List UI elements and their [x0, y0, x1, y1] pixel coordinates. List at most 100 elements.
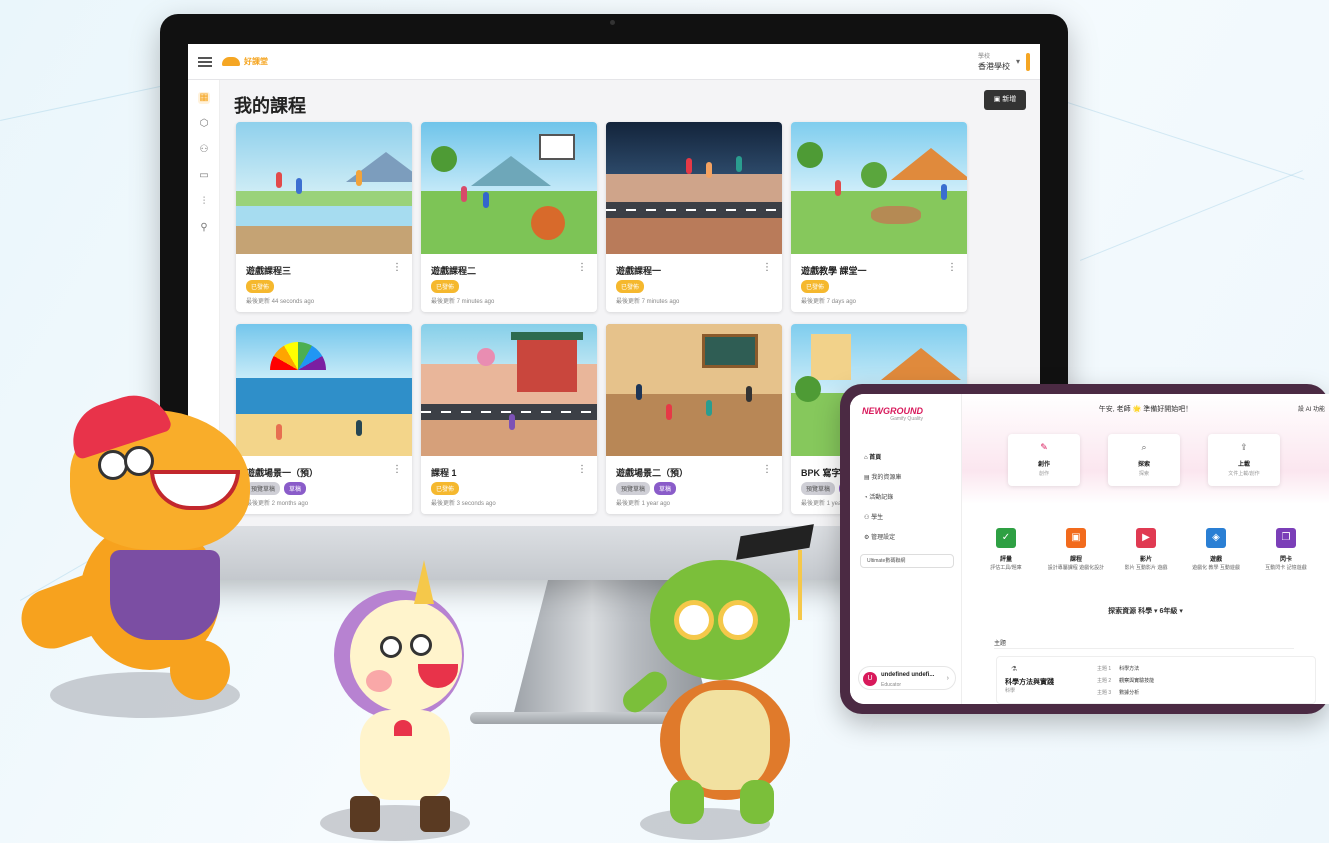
- brand-name: 好課堂: [244, 57, 268, 66]
- course-updated: 最後更新 7 minutes ago: [431, 299, 495, 305]
- course-thumbnail: [421, 324, 597, 456]
- course-updated: 最後更新 7 minutes ago: [616, 299, 680, 305]
- course-card[interactable]: 遊戲場景二（預） ⋮ 預覽草稿 草稿 最後更新 1 year ago: [606, 324, 782, 514]
- upload-icon: ⇪: [1240, 442, 1248, 452]
- quick-action-sub: 文件上載/創作: [1228, 471, 1260, 477]
- feature-label: 課程: [1069, 557, 1082, 563]
- quick-action-upload[interactable]: ⇪ 上載 文件上載/創作: [1208, 434, 1280, 486]
- course-card[interactable]: 遊戲課程三 ⋮ 已發佈 最後更新 44 seconds ago: [236, 122, 412, 312]
- topic-no: 主題 1: [1097, 666, 1112, 672]
- grid-icon[interactable]: ▦: [198, 92, 210, 104]
- chevron-down-icon[interactable]: ▾: [1016, 57, 1020, 66]
- nav-item-students[interactable]: ⚇ 學生: [864, 512, 883, 521]
- status-badge: 預覽草稿: [801, 482, 836, 495]
- nav-item-activity[interactable]: ◔ 活動記錄: [864, 492, 893, 501]
- organization-selector[interactable]: Ultimate數碼聯網: [860, 554, 954, 568]
- nav-item-library[interactable]: ▤ 我的資源庫: [864, 472, 901, 481]
- profile-accent[interactable]: [1026, 52, 1030, 71]
- person-icon[interactable]: ⚲: [198, 222, 210, 234]
- nav-item-settings[interactable]: ⚙ 管理設定: [864, 532, 895, 541]
- user-name: undefined undefi...: [881, 672, 935, 678]
- quick-action-label: 創作: [1037, 462, 1050, 468]
- course-title: 遊戲課程二: [431, 266, 477, 276]
- topic-line[interactable]: 主題 3 數據分析: [1097, 689, 1139, 696]
- search-icon: ⌕: [1141, 442, 1147, 452]
- feature-game[interactable]: ◈ 遊戲 遊戲化 教學 互動遊戲: [1186, 528, 1246, 572]
- webcam: [610, 20, 615, 25]
- video-icon: ▶: [1136, 528, 1156, 548]
- quick-action-create[interactable]: ✎ 創作 創作: [1008, 434, 1080, 486]
- status-badge: 已發佈: [801, 280, 830, 293]
- course-thumbnail: [606, 324, 782, 456]
- course-title: 遊戲課程三: [246, 266, 292, 276]
- course-card[interactable]: 遊戲教學 課堂一 ⋮ 已發佈 最後更新 7 days ago: [791, 122, 967, 312]
- feature-label: 遊戲: [1209, 557, 1222, 563]
- course-tags: 已發佈: [431, 482, 460, 495]
- course-tags: 已發佈: [246, 280, 275, 293]
- chart-icon[interactable]: ⫶: [198, 196, 210, 208]
- school-selector[interactable]: 學校 香港學校: [978, 52, 1010, 72]
- resource-filter[interactable]: 探索資源 科學 ▾ 6年級 ▾: [962, 606, 1329, 616]
- topic-text: 觀察與實驗技能: [1119, 678, 1155, 684]
- topic-course-subject: 科學: [1005, 688, 1016, 694]
- more-vertical-icon[interactable]: ⋮: [947, 262, 957, 273]
- feature-course[interactable]: ▣ 課程 設計專屬課程 遊戲化設計: [1046, 528, 1106, 572]
- beaker-icon: ⚗: [1011, 666, 1018, 673]
- background-line: [1080, 170, 1303, 261]
- add-course-button[interactable]: ▣ 新增: [984, 90, 1026, 110]
- users-icon[interactable]: ⚇: [198, 144, 210, 156]
- more-vertical-icon[interactable]: ⋮: [762, 464, 772, 475]
- feature-sub: 評估工具/題庫: [990, 565, 1022, 571]
- status-badge: 已發佈: [431, 482, 460, 495]
- more-vertical-icon[interactable]: ⋮: [577, 464, 587, 475]
- course-tags: 已發佈: [431, 280, 460, 293]
- topic-line[interactable]: 主題 1 科學方法: [1097, 665, 1139, 672]
- course-card[interactable]: 課程 1 ⋮ 已發佈 最後更新 3 seconds ago: [421, 324, 597, 514]
- course-updated: 最後更新 7 days ago: [801, 299, 857, 305]
- status-badge: 已發佈: [431, 280, 460, 293]
- pencil-icon: ✎: [1040, 442, 1048, 452]
- course-thumbnail: [236, 324, 412, 456]
- course-thumbnail: [236, 122, 412, 254]
- students-icon: ⚇: [864, 515, 870, 521]
- quick-action-explore[interactable]: ⌕ 探索 探索: [1108, 434, 1180, 486]
- course-title: 遊戲教學 課堂一: [801, 266, 867, 276]
- course-title: 遊戲課程一: [616, 266, 662, 276]
- feature-quiz[interactable]: ✓ 評量 評估工具/題庫: [976, 528, 1036, 572]
- unicorn-mascot-icon: [310, 560, 490, 840]
- tablet-screen: NEWGROUND Gamify Quality ⌂ 首頁 ▤ 我的資源庫 ◔ …: [850, 394, 1329, 704]
- topic-line[interactable]: 主題 2 觀察與實驗技能: [1097, 677, 1154, 684]
- cube-icon[interactable]: ⬡: [198, 118, 210, 130]
- more-vertical-icon[interactable]: ⋮: [392, 262, 402, 273]
- course-card[interactable]: 遊戲場景一（預） ⋮ 預覽草稿 草稿 最後更新 2 months ago: [236, 324, 412, 514]
- logo-subtext: Gamify Quality: [890, 416, 923, 422]
- course-card[interactable]: 遊戲課程一 ⋮ 已發佈 最後更新 7 minutes ago: [606, 122, 782, 312]
- feature-video[interactable]: ▶ 影片 影片 互動影片 遊戲: [1116, 528, 1176, 572]
- more-vertical-icon[interactable]: ⋮: [762, 262, 772, 273]
- turtle-mascot-icon: [618, 524, 814, 830]
- topic-course-card[interactable]: ⚗ 科學方法與實踐 科學 主題 1 科學方法 主題 2 觀察與實驗技能 主題 3 數據…: [996, 656, 1316, 704]
- ai-setting-link[interactable]: 設 AI 功能: [1298, 404, 1325, 413]
- user-role: Educator: [881, 682, 902, 688]
- nav-label: 首頁: [869, 455, 882, 461]
- user-profile[interactable]: U undefined undefi... Educator ›: [858, 666, 956, 690]
- feature-flashcard[interactable]: ❐ 閃卡 互動閃卡 記憶遊戲: [1256, 528, 1316, 572]
- dinosaur-mascot-icon: [13, 385, 260, 710]
- feature-sub: 遊戲化 教學 互動遊戲: [1192, 565, 1240, 571]
- course-thumbnail: [606, 122, 782, 254]
- more-vertical-icon[interactable]: ⋮: [577, 262, 587, 273]
- nav-item-home[interactable]: ⌂ 首頁: [864, 452, 881, 461]
- course-updated: 最後更新 3 seconds ago: [431, 501, 496, 507]
- more-vertical-icon[interactable]: ⋮: [392, 464, 402, 475]
- school-selector-caption: 學校: [977, 53, 990, 60]
- topic-no: 主題 3: [1097, 690, 1112, 696]
- course-tags: 預覽草稿 草稿: [616, 482, 677, 495]
- folder-icon[interactable]: ▭: [198, 170, 210, 182]
- game-icon: ◈: [1206, 528, 1226, 548]
- status-badge: 草稿: [654, 482, 677, 495]
- feature-sub: 影片 互動影片 遊戲: [1124, 565, 1168, 571]
- hamburger-menu-icon[interactable]: [198, 56, 212, 67]
- course-tags: 已發佈: [801, 280, 830, 293]
- course-card[interactable]: 遊戲課程二 ⋮ 已發佈 最後更新 7 minutes ago: [421, 122, 597, 312]
- nav-label: 學生: [871, 515, 884, 521]
